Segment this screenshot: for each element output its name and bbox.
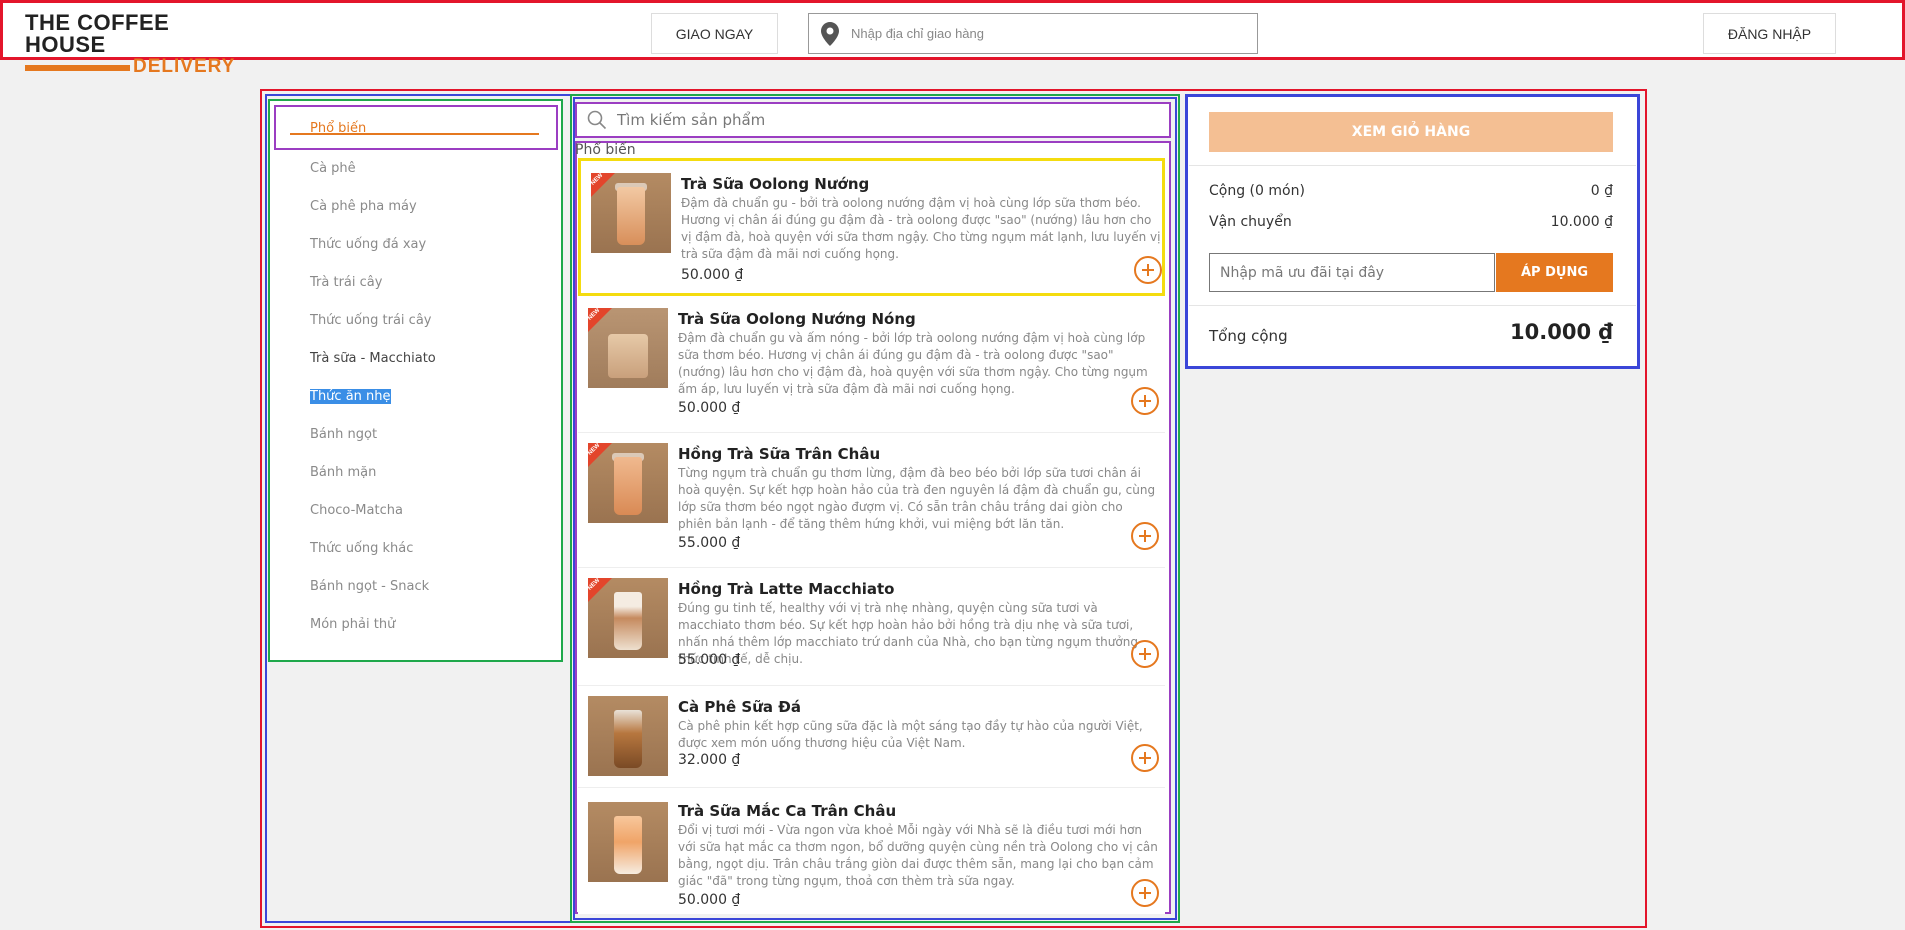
product-card[interactable]: Cà Phê Sữa Đá Cà phê phin kết hợp cũng s… [578,686,1165,788]
sidebar-item-tra-trai-cay[interactable]: Trà trái cây [310,275,382,290]
apply-coupon-button[interactable]: ÁP DỤNG [1496,253,1613,292]
product-description: Từng ngụm trà chuẩn gu thơm lừng, đậm đà… [678,466,1156,531]
sidebar-item-ca-phe[interactable]: Cà phê [310,161,356,176]
sidebar-item-tra-sua-macchiato[interactable]: Trà sữa - Macchiato [310,351,436,366]
divider [1189,165,1636,166]
product-name[interactable]: Trà Sữa Oolong Nướng Nóng [678,310,916,328]
sidebar-item-thuc-an-nhe[interactable]: Thức ăn nhẹ [310,389,391,404]
product-price: 50.000 ₫ [678,400,741,416]
total-label: Tổng cộng [1209,327,1288,345]
logo-delivery-text: DELIVERY [133,56,236,77]
product-name[interactable]: Trà Sữa Oolong Nướng [681,175,869,193]
product-image: NEW [588,443,668,523]
add-to-cart-icon[interactable] [1131,744,1159,772]
add-to-cart-icon[interactable] [1131,879,1159,907]
product-description: Đúng gu tinh tế, healthy với vị trà nhẹ … [678,601,1138,666]
product-price: 55.000 ₫ [678,652,741,668]
address-field[interactable] [808,13,1258,54]
login-button[interactable]: ĐĂNG NHẬP [1703,13,1836,54]
sidebar-item-banh-man[interactable]: Bánh mặn [310,465,376,480]
product-search[interactable] [575,102,1171,138]
sidebar-item-choco-matcha[interactable]: Choco-Matcha [310,503,403,518]
view-cart-button[interactable]: XEM GIỎ HÀNG [1209,112,1613,152]
subtotal-value: 0 ₫ [1590,183,1613,199]
section-title: Phổ biến [575,142,636,158]
product-description: Đậm đà chuẩn gu - bởi trà oolong nướng đ… [681,196,1161,261]
product-price: 55.000 ₫ [678,535,741,551]
product-price: 50.000 ₫ [678,892,741,908]
add-to-cart-icon[interactable] [1131,640,1159,668]
product-card[interactable]: NEW Hồng Trà Latte Macchiato Đúng gu tin… [578,568,1165,686]
sidebar-item-thuc-uong-da-xay[interactable]: Thức uống đá xay [310,237,426,252]
sidebar-item-banh-ngot-snack[interactable]: Bánh ngọt - Snack [310,579,429,594]
header: THE COFFEE HOUSE DELIVERY GIAO NGAY ĐĂNG… [0,0,1905,77]
logo-text: THE COFFEE HOUSE [25,10,170,57]
total-value: 10.000 ₫ [1510,320,1613,344]
add-to-cart-icon[interactable] [1134,256,1162,284]
coupon-field[interactable] [1209,253,1495,292]
product-image [588,696,668,776]
search-input[interactable] [617,111,1137,129]
shipping-label: Vận chuyển [1209,214,1292,230]
product-price: 32.000 ₫ [678,752,741,768]
product-description: Cà phê phin kết hợp cũng sữa đặc là một … [678,719,1143,750]
search-icon [587,110,607,130]
product-name[interactable]: Hồng Trà Latte Macchiato [678,580,895,598]
logo-bar [25,65,130,71]
product-card[interactable]: NEW Hồng Trà Sữa Trân Châu Từng ngụm trà… [578,433,1165,568]
sidebar-item-ca-phe-pha-may[interactable]: Cà phê pha máy [310,199,417,214]
subtotal-label: Cộng (0 món) [1209,183,1305,199]
product-image: NEW [588,308,668,388]
product-image: NEW [588,578,668,658]
address-input[interactable] [851,26,1231,41]
sidebar-item-mon-phai-thu[interactable]: Món phải thử [310,617,395,632]
product-card[interactable]: NEW Trà Sữa Oolong Nướng Nóng Đậm đà chu… [578,298,1165,433]
category-sidebar: Phổ biến Cà phê Cà phê pha máy Thức uống… [268,99,563,662]
product-name[interactable]: Trà Sữa Mắc Ca Trân Châu [678,802,896,820]
brand-logo[interactable]: THE COFFEE HOUSE DELIVERY [25,10,235,77]
add-to-cart-icon[interactable] [1131,522,1159,550]
product-image: NEW [591,173,671,253]
product-price: 50.000 ₫ [681,267,744,283]
sidebar-item-thuc-uong-khac[interactable]: Thức uống khác [310,541,413,556]
product-image [588,802,668,882]
product-name[interactable]: Cà Phê Sữa Đá [678,698,801,716]
sidebar-item-thuc-uong-trai-cay[interactable]: Thức uống trái cây [310,313,431,328]
delivery-now-button[interactable]: GIAO NGAY [651,13,778,54]
product-name[interactable]: Hồng Trà Sữa Trân Châu [678,445,880,463]
sidebar-item-banh-ngot[interactable]: Bánh ngọt [310,427,377,442]
location-pin-icon [821,21,839,46]
add-to-cart-icon[interactable] [1131,387,1159,415]
coupon-input[interactable] [1220,264,1480,281]
product-description: Đổi vị tươi mới - Vừa ngon vừa khoẻ Mỗi … [678,823,1158,888]
shipping-value: 10.000 ₫ [1550,214,1613,230]
divider [1189,305,1636,306]
product-card[interactable]: NEW Trà Sữa Oolong Nướng Đậm đà chuẩn gu… [578,158,1165,296]
product-card[interactable]: Trà Sữa Mắc Ca Trân Châu Đổi vị tươi mới… [578,788,1165,914]
active-category-underline [290,133,539,135]
product-description: Đậm đà chuẩn gu và ấm nóng - bởi lớp trà… [678,331,1148,396]
